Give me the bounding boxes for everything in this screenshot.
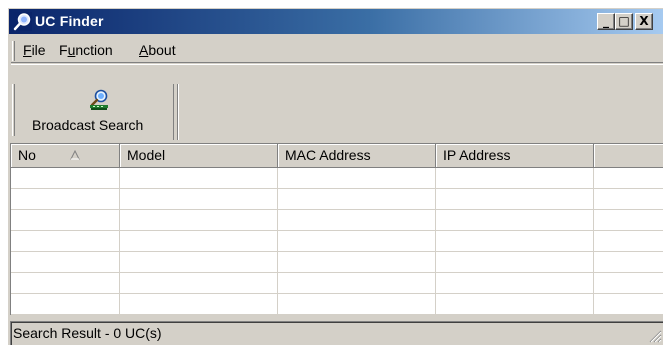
menu-function-pre: F: [59, 42, 68, 58]
menu-file[interactable]: File: [23, 42, 46, 58]
toolbar: Broadcast Search: [11, 64, 663, 144]
minimize-button[interactable]: _: [597, 13, 615, 30]
menu-function-rest: nction: [75, 42, 113, 58]
menu-about-accel: A: [139, 42, 149, 58]
column-divider: [278, 168, 436, 315]
status-bar: Search Result - 0 UC(s): [10, 321, 663, 345]
menu-bar: File Function About: [11, 39, 663, 63]
broadcast-search-label: Broadcast Search: [32, 117, 144, 133]
column-header-ip-label: IP Address: [443, 147, 511, 163]
search-result-status: Search Result - 0 UC(s): [13, 325, 162, 341]
column-divider: [120, 168, 278, 315]
column-header-extra[interactable]: [594, 144, 663, 168]
menu-function[interactable]: Function: [59, 42, 113, 58]
column-header-mac-label: MAC Address: [285, 147, 371, 163]
toolbar-grip[interactable]: [12, 84, 15, 136]
menu-file-rest: ile: [31, 42, 46, 58]
close-button[interactable]: X: [635, 13, 653, 30]
resize-grip-icon[interactable]: [648, 329, 662, 343]
column-header-mac-address[interactable]: MAC Address: [278, 144, 436, 168]
uc-device-list[interactable]: No Model MAC Address IP Address: [10, 143, 663, 315]
column-header-model-label: Model: [127, 147, 166, 163]
column-header-ip-address[interactable]: IP Address: [436, 144, 594, 168]
window-title: UC Finder: [35, 13, 104, 29]
list-body[interactable]: [11, 168, 663, 315]
list-header: No Model MAC Address IP Address: [11, 144, 663, 168]
title-bar[interactable]: UC Finder _ □ X: [9, 9, 663, 34]
uc-finder-window: UC Finder _ □ X File Function About Broa…: [7, 7, 663, 345]
column-header-model[interactable]: Model: [120, 144, 278, 168]
app-magnifier-icon: [13, 12, 32, 31]
menu-bar-grip[interactable]: [12, 41, 15, 61]
column-divider: [436, 168, 594, 315]
search-magnifier-network-icon: [90, 89, 108, 110]
menu-about[interactable]: About: [139, 42, 176, 58]
sort-ascending-arrow-icon: [70, 150, 80, 160]
column-divider: [11, 168, 120, 315]
column-header-no[interactable]: No: [11, 144, 120, 168]
column-header-no-label: No: [18, 147, 36, 163]
toolbar-separator: [177, 84, 179, 140]
maximize-button[interactable]: □: [615, 13, 633, 30]
broadcast-search-button[interactable]: Broadcast Search: [20, 84, 174, 140]
menu-about-rest: bout: [148, 42, 176, 58]
menu-file-accel: F: [23, 42, 32, 58]
